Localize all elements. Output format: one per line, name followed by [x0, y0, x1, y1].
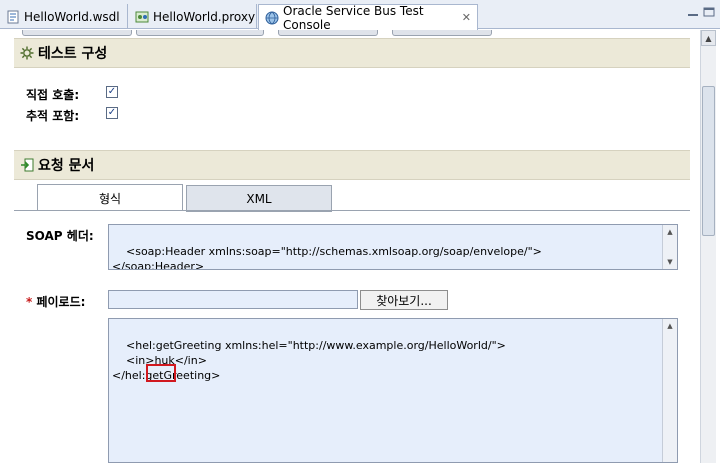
- section-title: 요청 문서: [38, 158, 95, 174]
- direct-call-checkbox[interactable]: ✓: [106, 86, 118, 98]
- close-icon[interactable]: ✕: [462, 11, 471, 24]
- scroll-up-icon[interactable]: ▲: [701, 30, 716, 46]
- section-title: 테스트 구성: [38, 46, 108, 62]
- payload-label: 페이로드:: [32, 295, 86, 309]
- scroll-down-icon[interactable]: ▼: [663, 255, 677, 269]
- gear-icon: [20, 46, 34, 60]
- tab-helloworld-wsdl[interactable]: HelloWorld.wsdl: [0, 4, 128, 29]
- soap-header-textarea[interactable]: <soap:Header xmlns:soap="http://schemas.…: [108, 224, 678, 270]
- soap-header-label: SOAP 헤더:: [26, 229, 94, 243]
- test-console-content: 테스트 구성 직접 호출: ✓ 추적 포함: ✓ 요청 문서 형식 XML SO…: [14, 30, 690, 463]
- proxy-file-icon: [135, 11, 149, 22]
- include-trace-label: 추적 포함:: [26, 109, 80, 123]
- tab-label: HelloWorld.proxy: [153, 9, 256, 24]
- payload-textarea[interactable]: <hel:getGreeting xmlns:hel="http://www.e…: [108, 318, 678, 463]
- wsdl-file-icon: [7, 10, 19, 23]
- direct-call-label: 직접 호출:: [26, 88, 80, 102]
- request-doc-header[interactable]: 요청 문서: [14, 150, 690, 180]
- browse-button[interactable]: 찾아보기...: [360, 290, 448, 310]
- import-document-icon: [21, 158, 34, 172]
- include-trace-checkbox[interactable]: ✓: [106, 107, 118, 119]
- clipped-button[interactable]: [392, 30, 492, 36]
- scroll-up-icon[interactable]: ▲: [663, 225, 677, 239]
- vertical-scrollbar[interactable]: ▲: [700, 30, 716, 463]
- clipped-button[interactable]: [22, 30, 132, 36]
- tab-xml[interactable]: XML: [186, 185, 332, 212]
- check-icon: ✓: [107, 86, 117, 97]
- highlight-box: [146, 364, 176, 382]
- clipped-button[interactable]: [278, 30, 378, 36]
- tab-label: Oracle Service Bus Test Console: [283, 3, 424, 32]
- check-icon: ✓: [107, 107, 117, 118]
- payload-file-input[interactable]: [108, 290, 358, 309]
- globe-icon: [265, 11, 279, 24]
- tab-test-console[interactable]: Oracle Service Bus Test Console ✕: [258, 3, 478, 32]
- editor-tab-bar: HelloWorld.wsdl HelloWorld.proxy Oracle …: [0, 0, 720, 32]
- test-config-header[interactable]: 테스트 구성: [14, 38, 690, 68]
- tab-divider: [14, 210, 690, 211]
- textarea-scrollbar[interactable]: ▲: [662, 319, 677, 462]
- tab-helloworld-proxy[interactable]: HelloWorld.proxy: [129, 4, 257, 29]
- textarea-scrollbar[interactable]: ▲ ▼: [662, 225, 677, 269]
- maximize-icon[interactable]: [702, 6, 716, 18]
- minimize-icon[interactable]: [686, 6, 700, 18]
- payload-label-row: * 페이로드:: [26, 293, 85, 310]
- tab-label: HelloWorld.wsdl: [24, 9, 120, 24]
- clipped-button[interactable]: [136, 30, 264, 36]
- soap-header-text: <soap:Header xmlns:soap="http://schemas.…: [112, 245, 542, 270]
- tab-form[interactable]: 형식: [37, 184, 183, 211]
- scroll-thumb[interactable]: [702, 86, 715, 236]
- scroll-up-icon[interactable]: ▲: [663, 319, 677, 333]
